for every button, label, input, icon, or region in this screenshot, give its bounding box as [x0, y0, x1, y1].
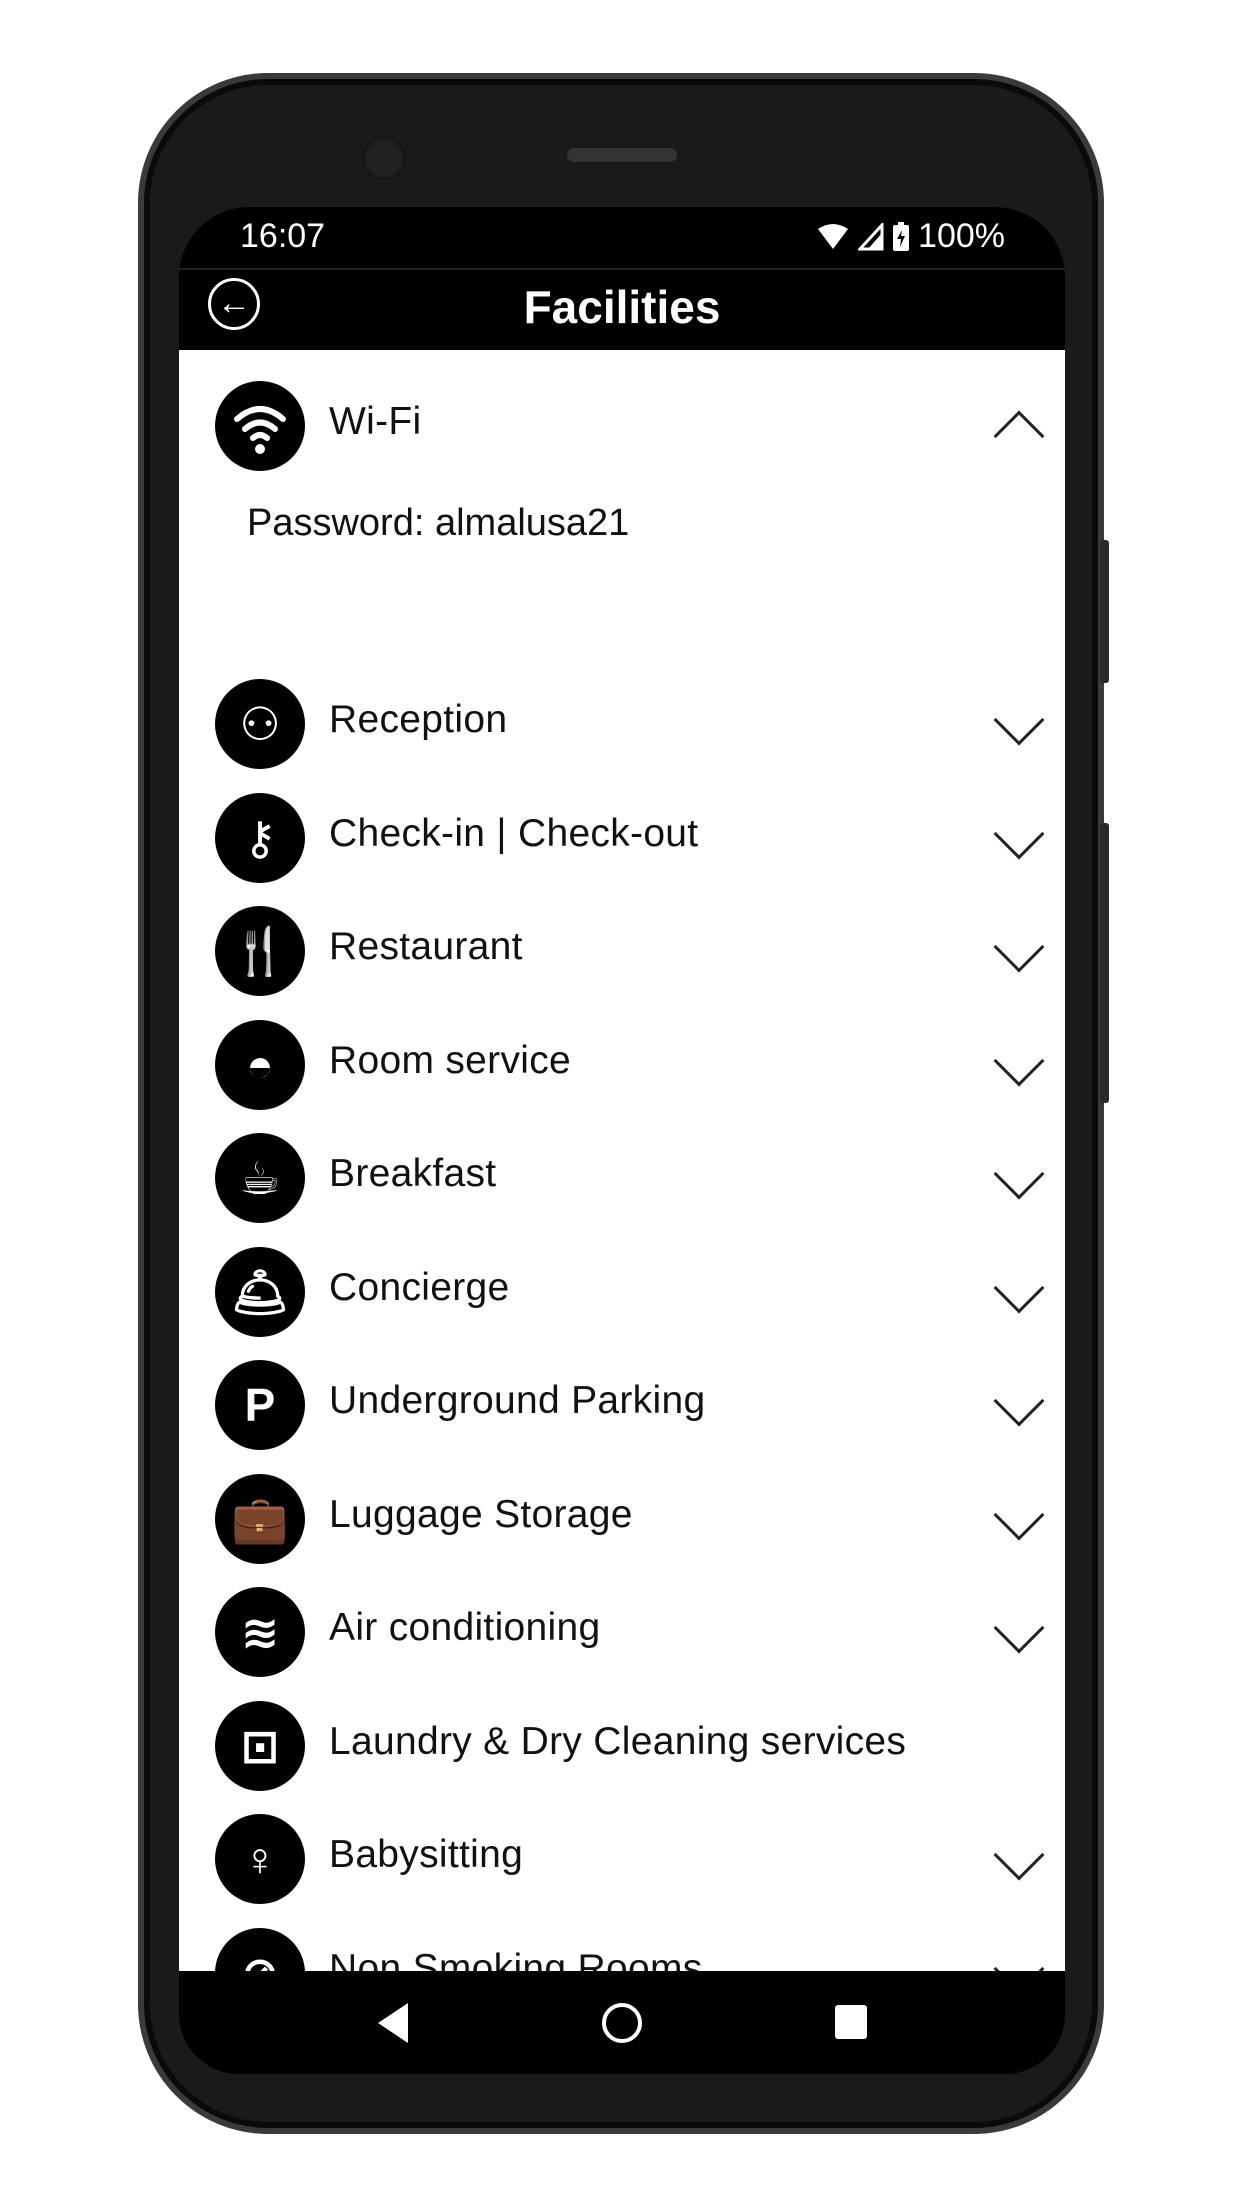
washing-machine-icon: ⊡: [215, 1700, 305, 1791]
nav-back-button[interactable]: [374, 2001, 414, 2045]
facility-label: Wi-Fi: [329, 400, 422, 443]
page-title: Facilities: [523, 281, 721, 333]
chevron-down-icon[interactable]: [993, 1262, 1045, 1313]
no-smoking-icon: ⊘: [215, 1927, 305, 1971]
front-camera: [362, 136, 406, 180]
nav-recents-button[interactable]: [831, 2001, 871, 2041]
wifi-password: Password: almalusa21: [247, 502, 630, 544]
facility-item-wifi[interactable]: Wi-Fi: [179, 376, 1065, 476]
battery-percent: 100%: [918, 217, 1005, 255]
chevron-down-icon[interactable]: [993, 921, 1045, 973]
facility-item[interactable]: 🛎 Concierge: [179, 1242, 1065, 1342]
app-header: ← Facilities: [179, 268, 1065, 350]
facility-item[interactable]: P Underground Parking: [179, 1355, 1065, 1455]
android-nav-bar: [179, 1971, 1065, 2074]
facility-label: Babysitting: [329, 1833, 524, 1876]
facility-item[interactable]: 🍴 Restaurant: [179, 901, 1065, 1001]
chevron-down-icon[interactable]: [993, 1829, 1045, 1881]
chevron-down-icon[interactable]: [993, 1489, 1045, 1540]
reception-icon: ⚇: [215, 679, 305, 769]
battery-charging-icon: [893, 221, 910, 251]
facility-label: Concierge: [329, 1265, 510, 1309]
facility-label: Check-in | Check-out: [329, 811, 699, 855]
facility-item[interactable]: ⊘ Non Smoking Rooms: [179, 1923, 1065, 1972]
key-icon: ⚷: [215, 792, 305, 883]
power-button: [1100, 540, 1109, 683]
facility-label: Restaurant: [329, 925, 523, 968]
fork-knife-icon: 🍴: [215, 906, 305, 996]
volume-button: [1100, 823, 1109, 1103]
facility-item[interactable]: ♀ Babysitting: [179, 1809, 1065, 1909]
facility-label: Underground Parking: [329, 1379, 706, 1422]
facility-item[interactable]: ☕ Breakfast: [179, 1128, 1065, 1228]
screen: 16:07 100% ← Facilities Wi-Fi Password: …: [179, 207, 1065, 2074]
earpiece-speaker: [567, 148, 677, 162]
facility-label: Laundry & Dry Cleaning services: [329, 1719, 907, 1763]
wifi-icon: [818, 223, 849, 249]
facility-label: Room service: [329, 1038, 571, 1082]
facility-label: Non Smoking Rooms: [329, 1946, 703, 1972]
facility-item[interactable]: ◓ Room service: [179, 1015, 1065, 1115]
air-conditioner-icon: ≋: [215, 1587, 305, 1677]
bell-icon: 🛎: [215, 1246, 305, 1337]
facility-label: Breakfast: [329, 1152, 497, 1195]
status-time: 16:07: [240, 217, 326, 255]
coffee-cup-icon: ☕: [215, 1133, 305, 1223]
chevron-down-icon[interactable]: [993, 808, 1045, 859]
facility-item[interactable]: ⚇ Reception: [179, 674, 1065, 774]
status-bar: 16:07 100%: [179, 207, 1065, 268]
signal-icon: [858, 222, 884, 250]
facility-label: Reception: [329, 698, 508, 741]
facility-label: Air conditioning: [329, 1606, 601, 1649]
facility-label: Luggage Storage: [329, 1492, 633, 1536]
facilities-list[interactable]: Wi-Fi Password: almalusa21 ⚇ Reception ⚷ …: [179, 350, 1065, 1971]
parking-icon: P: [215, 1360, 305, 1450]
chevron-down-icon[interactable]: [993, 1035, 1045, 1086]
facility-item[interactable]: 💼 Luggage Storage: [179, 1469, 1065, 1569]
chevron-down-icon[interactable]: [993, 1943, 1045, 1971]
babysitting-icon: ♀: [215, 1814, 305, 1904]
chevron-down-icon[interactable]: [993, 1148, 1045, 1200]
facility-item[interactable]: ⚷ Check-in | Check-out: [179, 788, 1065, 888]
facility-item[interactable]: ≋ Air conditioning: [179, 1582, 1065, 1682]
facility-item[interactable]: ⊡ Laundry & Dry Cleaning services: [179, 1696, 1065, 1796]
chevron-down-icon[interactable]: [993, 1602, 1045, 1654]
cloche-icon: ◓: [215, 1019, 305, 1110]
nav-home-button[interactable]: [600, 2001, 644, 2045]
chevron-down-icon[interactable]: [993, 694, 1045, 746]
chevron-up-icon[interactable]: [993, 410, 1045, 462]
wifi-icon: [215, 381, 305, 471]
suitcase-icon: 💼: [215, 1473, 305, 1564]
chevron-down-icon[interactable]: [993, 1375, 1045, 1427]
